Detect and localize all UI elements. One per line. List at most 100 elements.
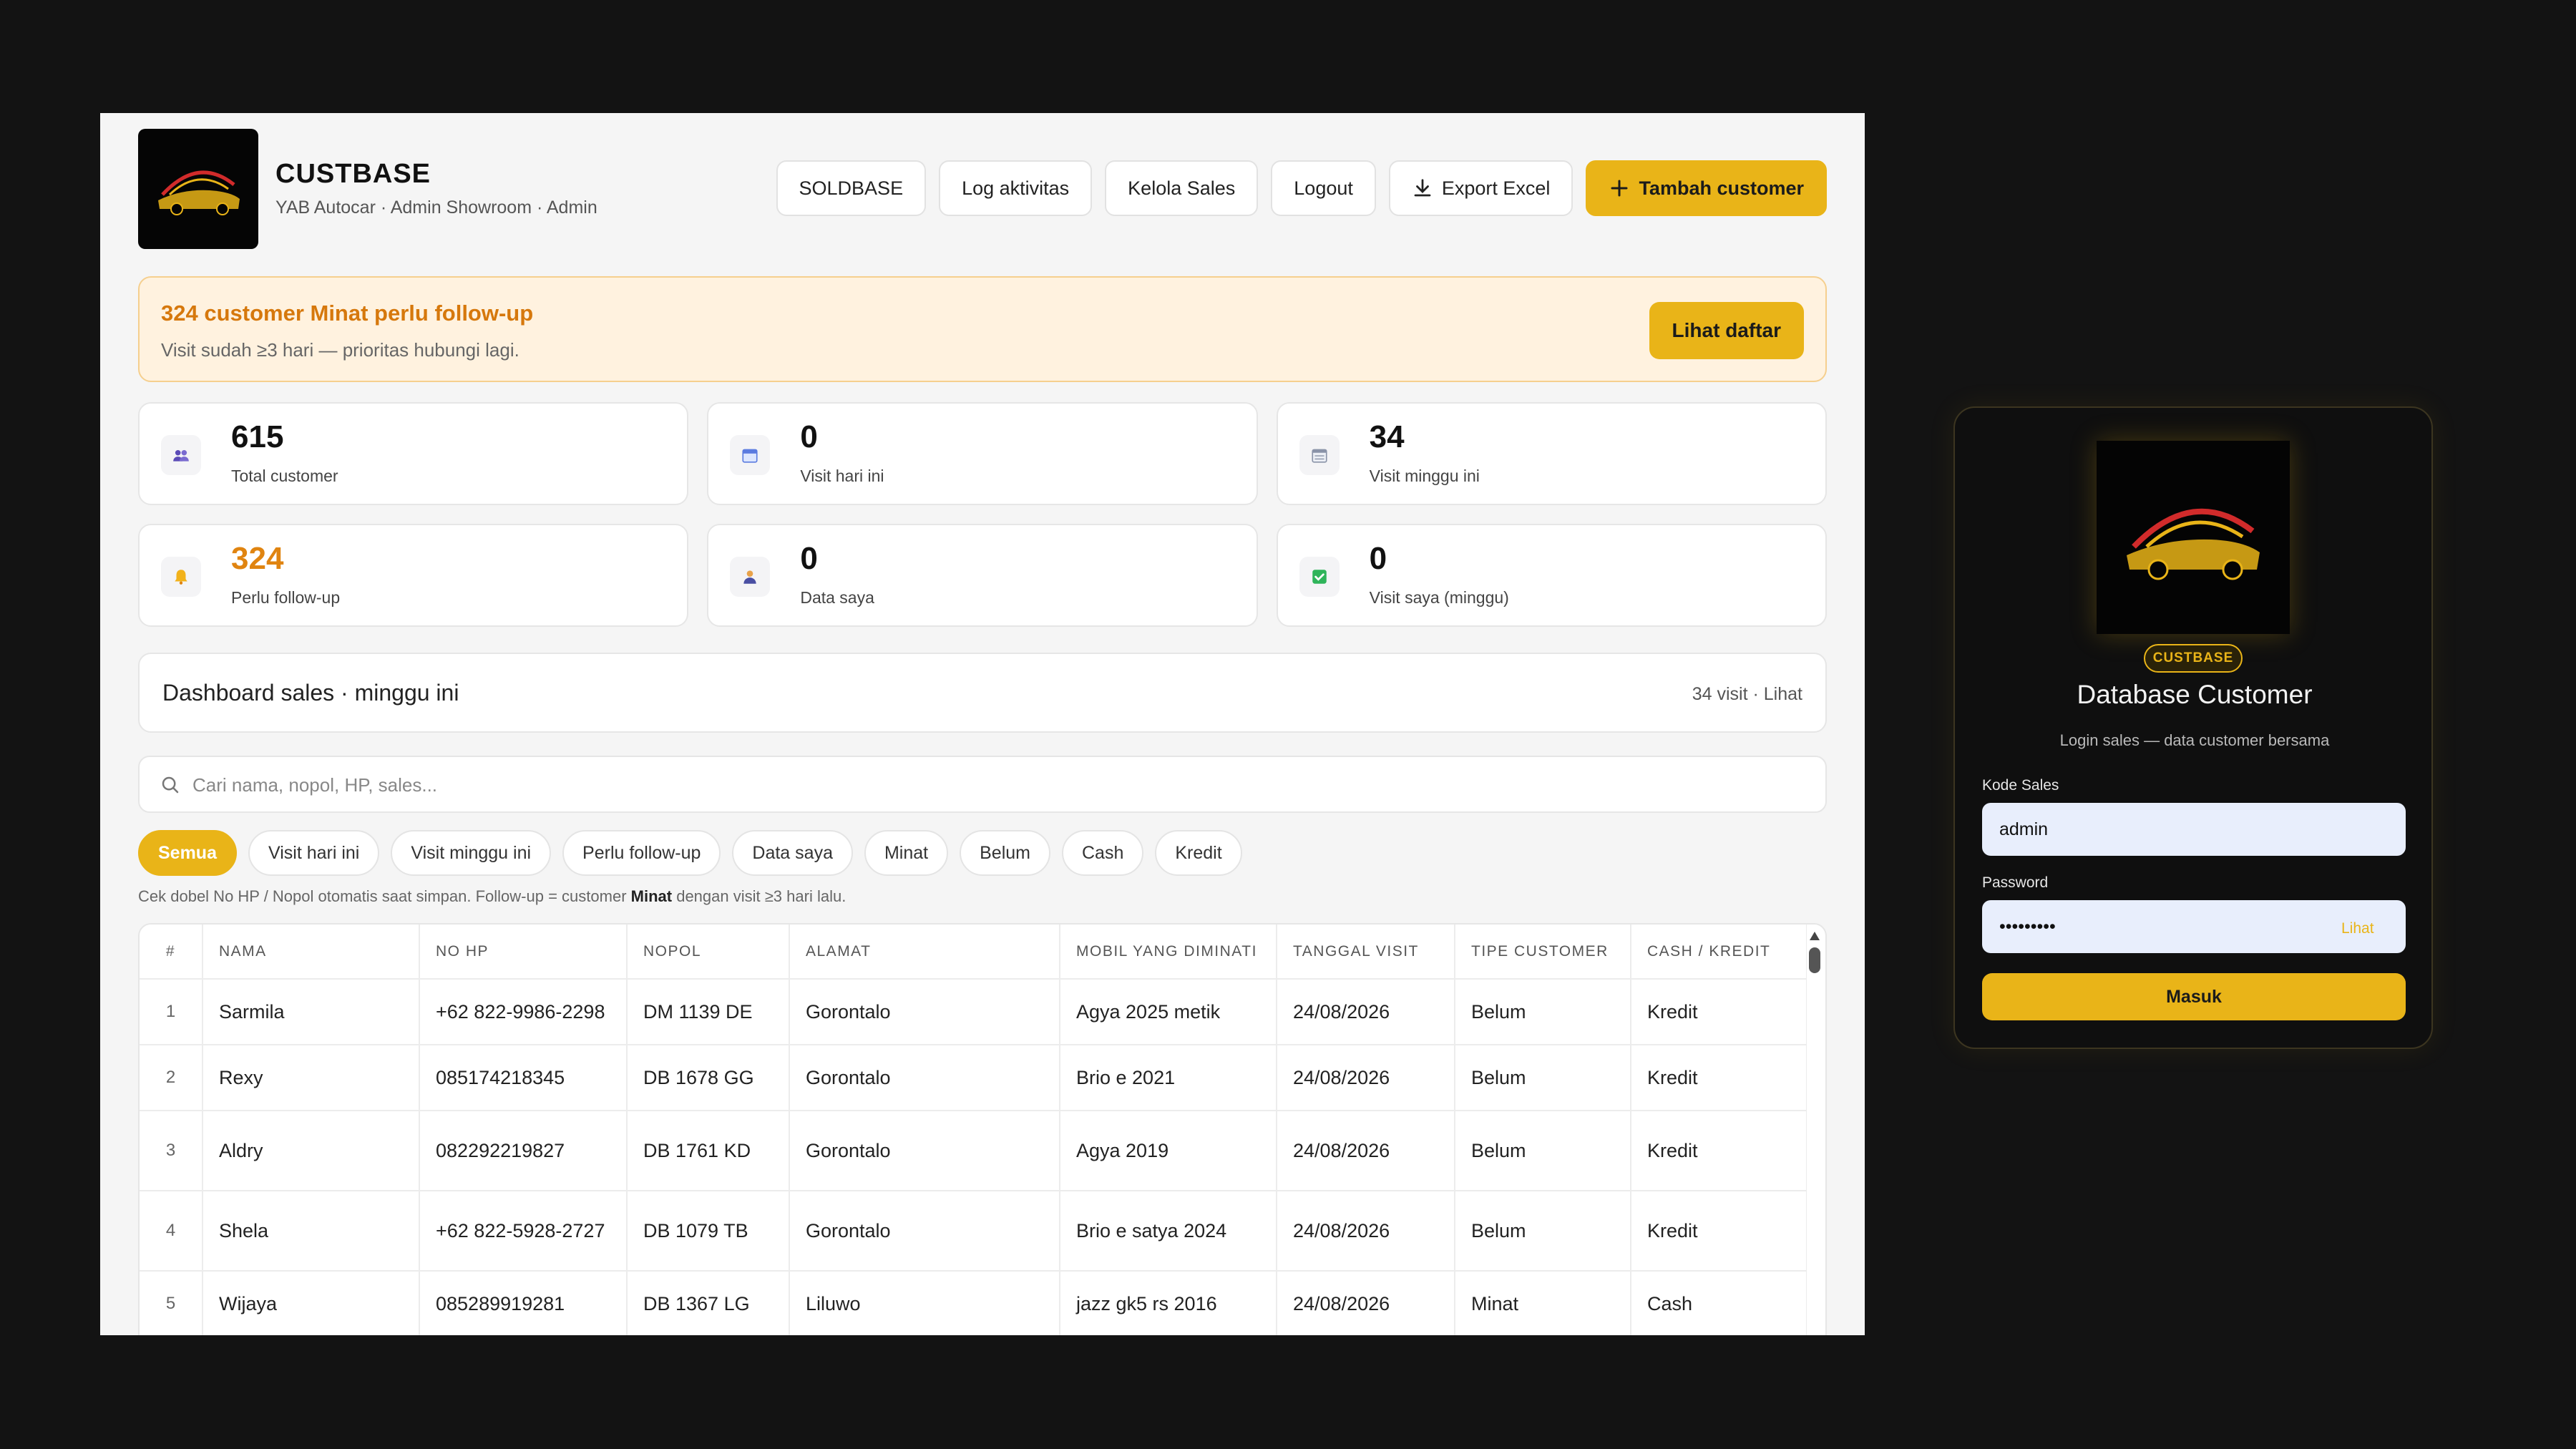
cell-nopol: DB 1079 TB <box>627 1191 790 1272</box>
table-scrollbar[interactable] <box>1807 924 1823 1335</box>
kode-sales-input[interactable] <box>1982 803 2406 856</box>
cell-cash-kredit: Kredit <box>1631 1045 1807 1111</box>
scroll-thumb[interactable] <box>1809 947 1820 973</box>
col-header-nopol[interactable]: NOPOL <box>627 924 790 980</box>
cell-nama: Aldry <box>203 1111 420 1191</box>
table-row[interactable]: 2 Rexy 085174218345 DB 1678 GG Gorontalo… <box>140 1045 1807 1111</box>
kode-sales-label: Kode Sales <box>1982 777 2059 794</box>
cell-tanggal-visit: 24/08/2026 <box>1277 979 1455 1045</box>
login-title: Database Customer <box>2077 680 2313 709</box>
filter-semua[interactable]: Semua <box>138 830 237 876</box>
col-header-tanggal-visit[interactable]: TANGGAL VISIT <box>1277 924 1455 980</box>
users-icon <box>161 435 201 475</box>
tambah-customer-button[interactable]: Tambah customer <box>1586 160 1827 216</box>
filter-visit-minggu-ini[interactable]: Visit minggu ini <box>391 830 552 876</box>
stat-label: Visit hari ini <box>800 467 884 485</box>
scroll-up-arrow-icon[interactable] <box>1810 932 1820 940</box>
export-excel-button[interactable]: Export Excel <box>1388 160 1574 216</box>
show-password-toggle[interactable]: Lihat <box>2341 920 2374 937</box>
cell-mobil: Brio e satya 2024 <box>1060 1191 1277 1272</box>
stat-visit-hari-ini[interactable]: 0 Visit hari ini <box>707 402 1258 505</box>
filter-cash[interactable]: Cash <box>1061 830 1144 876</box>
cell-alamat: Gorontalo <box>789 1045 1060 1111</box>
kelola-sales-button[interactable]: Kelola Sales <box>1105 160 1259 216</box>
col-header-alamat[interactable]: ALAMAT <box>789 924 1060 980</box>
customer-table: # NAMA NO HP NOPOL ALAMAT MOBIL YANG DIM… <box>138 923 1827 1335</box>
table-row[interactable]: 1 Sarmila +62 822-9986-2298 DM 1139 DE G… <box>140 979 1807 1045</box>
table-row[interactable]: 3 Aldry 082292219827 DB 1761 KD Gorontal… <box>140 1111 1807 1191</box>
soldbase-button[interactable]: SOLDBASE <box>776 160 927 216</box>
filter-minat[interactable]: Minat <box>864 830 949 876</box>
masuk-button[interactable]: Masuk <box>1982 973 2406 1020</box>
filter-perlu-follow-up[interactable]: Perlu follow-up <box>562 830 721 876</box>
table-row[interactable]: 5 Wijaya 085289919281 DB 1367 LG Liluwo … <box>140 1271 1807 1335</box>
filter-belum[interactable]: Belum <box>960 830 1050 876</box>
stat-label: Visit minggu ini <box>1369 467 1480 485</box>
filter-chips: Semua Visit hari ini Visit minggu ini Pe… <box>138 830 1242 876</box>
col-header-no-hp[interactable]: NO HP <box>419 924 628 980</box>
check-square-icon <box>1299 557 1340 597</box>
bell-icon <box>161 557 201 597</box>
stat-value: 34 <box>1369 419 1405 454</box>
page-subtitle: YAB Autocar · Admin Showroom · Admin <box>275 197 597 218</box>
cell-no: 3 <box>140 1111 203 1191</box>
cell-nama: Rexy <box>203 1045 420 1111</box>
alert-title: 324 customer Minat perlu follow-up <box>161 301 534 326</box>
col-header-mobil[interactable]: MOBIL YANG DIMINATI <box>1060 924 1277 980</box>
stat-visit-saya-minggu[interactable]: 0 Visit saya (minggu) <box>1276 524 1827 627</box>
cell-no-hp: 082292219827 <box>419 1111 628 1191</box>
col-header-cash-kredit[interactable]: CASH / KREDIT <box>1631 924 1807 980</box>
cell-mobil: Agya 2019 <box>1060 1111 1277 1191</box>
cell-no: 1 <box>140 979 203 1045</box>
cell-alamat: Gorontalo <box>789 1111 1060 1191</box>
cell-nama: Sarmila <box>203 979 420 1045</box>
calendar-week-icon <box>1299 435 1340 475</box>
search-input[interactable] <box>192 766 1795 804</box>
cell-cash-kredit: Kredit <box>1631 979 1807 1045</box>
admin-panel: CUSTBASE YAB Autocar · Admin Showroom · … <box>100 113 1865 1335</box>
stat-perlu-follow-up[interactable]: 324 Perlu follow-up <box>138 524 689 627</box>
stats-grid: 615 Total customer 0 Visit hari ini 34 V… <box>138 402 1827 627</box>
dashboard-visit-link[interactable]: 34 visit · Lihat <box>1692 684 1802 705</box>
note-text: Cek dobel No HP / Nopol otomatis saat si… <box>138 887 631 905</box>
cell-cash-kredit: Kredit <box>1631 1111 1807 1191</box>
alert-subtitle: Visit sudah ≥3 hari — prioritas hubungi … <box>161 339 519 361</box>
col-header-no[interactable]: # <box>140 924 203 980</box>
cell-nopol: DM 1139 DE <box>627 979 790 1045</box>
cell-tanggal-visit: 24/08/2026 <box>1277 1191 1455 1272</box>
cell-nama: Shela <box>203 1191 420 1272</box>
filter-kredit[interactable]: Kredit <box>1155 830 1242 876</box>
page-title: CUSTBASE <box>275 159 431 189</box>
col-header-nama[interactable]: NAMA <box>203 924 420 980</box>
login-card: CUSTBASE Database Customer Login sales —… <box>1953 406 2433 1049</box>
cell-mobil: Brio e 2021 <box>1060 1045 1277 1111</box>
stat-visit-minggu-ini[interactable]: 34 Visit minggu ini <box>1276 402 1827 505</box>
cell-nama: Wijaya <box>203 1271 420 1335</box>
cell-nopol: DB 1367 LG <box>627 1271 790 1335</box>
stat-data-saya[interactable]: 0 Data saya <box>707 524 1258 627</box>
stat-label: Data saya <box>800 588 874 607</box>
cell-alamat: Liluwo <box>789 1271 1060 1335</box>
cell-alamat: Gorontalo <box>789 979 1060 1045</box>
cell-tipe-customer: Belum <box>1455 979 1631 1045</box>
cell-no-hp: 085289919281 <box>419 1271 628 1335</box>
stat-value: 615 <box>231 419 284 454</box>
cell-tipe-customer: Belum <box>1455 1111 1631 1191</box>
filter-visit-hari-ini[interactable]: Visit hari ini <box>248 830 380 876</box>
lihat-daftar-button[interactable]: Lihat daftar <box>1649 302 1804 359</box>
dashboard-sales-section[interactable]: Dashboard sales · minggu ini 34 visit · … <box>138 653 1827 733</box>
cell-alamat: Gorontalo <box>789 1191 1060 1272</box>
filter-data-saya[interactable]: Data saya <box>732 830 853 876</box>
table-header-row: # NAMA NO HP NOPOL ALAMAT MOBIL YANG DIM… <box>140 924 1807 980</box>
plus-icon <box>1611 180 1628 197</box>
stat-total-customer[interactable]: 615 Total customer <box>138 402 689 505</box>
logout-button[interactable]: Logout <box>1271 160 1376 216</box>
note-text-end: dengan visit ≥3 hari lalu. <box>672 887 847 905</box>
cell-tipe-customer: Minat <box>1455 1271 1631 1335</box>
table-row[interactable]: 4 Shela +62 822-5928-2727 DB 1079 TB Gor… <box>140 1191 1807 1272</box>
log-aktivitas-button[interactable]: Log aktivitas <box>939 160 1093 216</box>
col-header-tipe-customer[interactable]: TIPE CUSTOMER <box>1455 924 1631 980</box>
brand-logo <box>138 129 258 249</box>
cell-no-hp: 085174218345 <box>419 1045 628 1111</box>
stat-value: 0 <box>1369 541 1387 576</box>
